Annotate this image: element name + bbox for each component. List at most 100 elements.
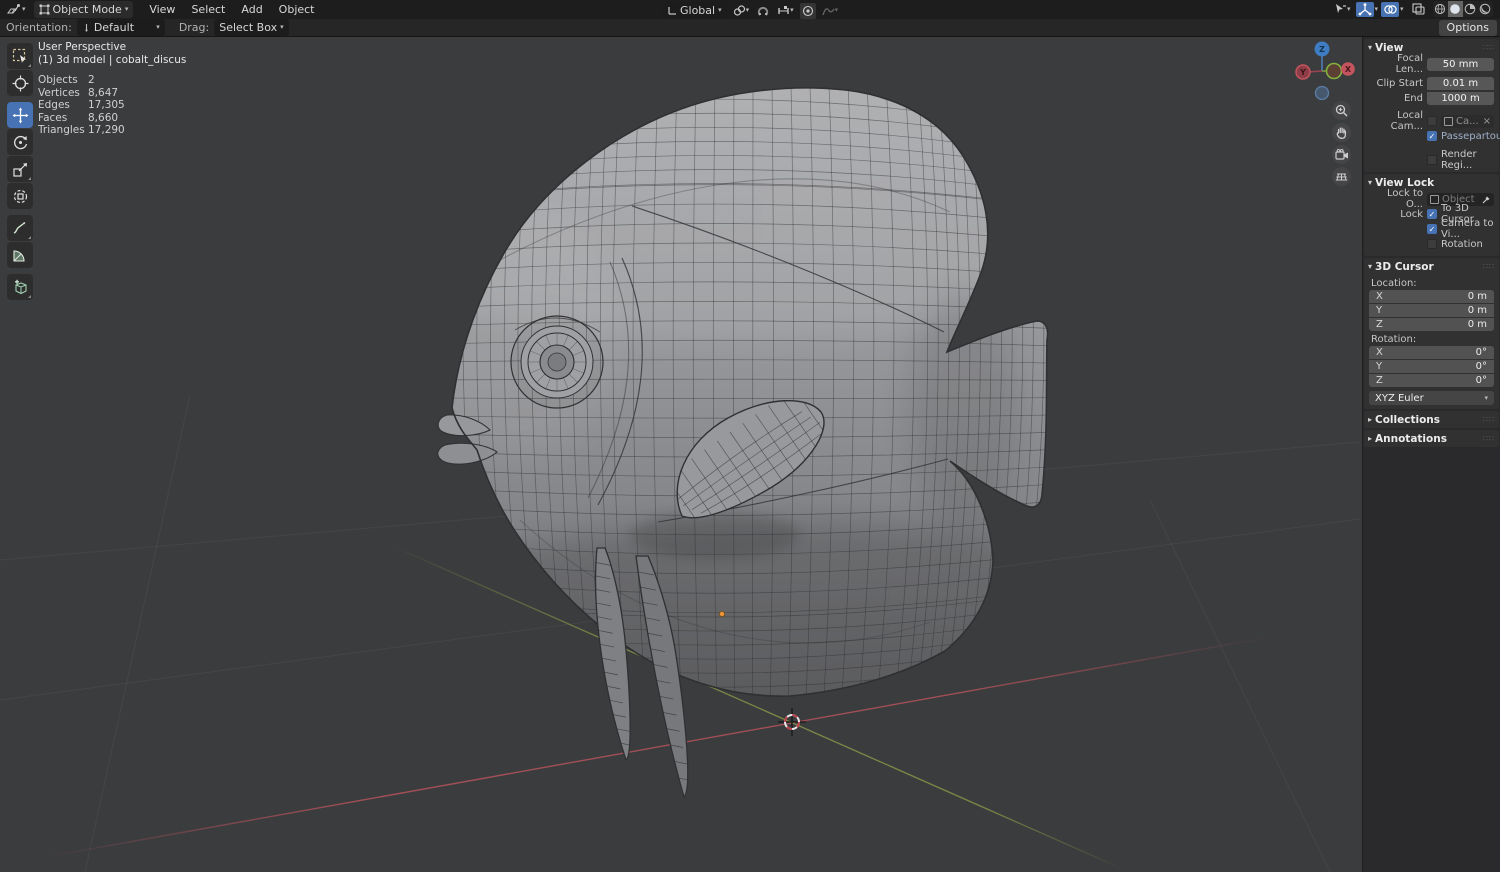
pan-button[interactable] bbox=[1332, 123, 1351, 142]
panel-section-3d-cursor: ▾ 3D Cursor ∷∷ Location: X0 m Y0 m Z0 m … bbox=[1364, 258, 1499, 409]
clip-end-field[interactable]: 1000 m bbox=[1427, 91, 1494, 105]
tool-scale[interactable] bbox=[7, 156, 33, 182]
xray-icon bbox=[1411, 3, 1425, 15]
camera-to-view-label: Camera to Vi... bbox=[1441, 218, 1494, 240]
navigation-gizmo[interactable]: Z Y X bbox=[1292, 38, 1358, 100]
local-camera-row: Local Cam... Ca... × bbox=[1369, 110, 1494, 132]
clip-start-row: Clip Start 0.01 m bbox=[1369, 76, 1494, 90]
options-button[interactable]: Options bbox=[1438, 20, 1497, 36]
menu-view[interactable]: View bbox=[141, 3, 183, 16]
proportional-edit-toggle[interactable] bbox=[799, 2, 816, 19]
sidebar-panel: ▾ View ∷∷ Focal Len... 50 mm Clip Start … bbox=[1362, 37, 1500, 872]
gizmo-y-label: Y bbox=[1299, 68, 1306, 77]
section-grip-handle[interactable]: ∷∷ bbox=[1483, 262, 1495, 271]
local-camera-value: Ca... bbox=[1456, 115, 1479, 127]
cursor-rotation-x-field[interactable]: X 0° bbox=[1369, 346, 1494, 359]
cursor-location-y-field[interactable]: Y0 m bbox=[1369, 304, 1494, 317]
editor-type-button[interactable]: ▾ bbox=[4, 2, 28, 18]
magnet-icon bbox=[757, 6, 769, 16]
menu-object[interactable]: Object bbox=[271, 3, 323, 16]
snap-toggle[interactable] bbox=[755, 3, 771, 19]
viewport-editor-icon bbox=[7, 4, 20, 14]
viewport-overlay-text: User Perspective (1) 3d model | cobalt_d… bbox=[38, 41, 186, 137]
section-grip-handle[interactable]: ∷∷ bbox=[1483, 43, 1495, 52]
fish-eye bbox=[510, 315, 604, 409]
shading-material-button[interactable] bbox=[1463, 1, 1478, 17]
stat-triangles: Triangles 17,290 bbox=[38, 124, 125, 136]
tool-move[interactable] bbox=[7, 102, 33, 128]
section-grip-handle[interactable]: ∷∷ bbox=[1483, 415, 1495, 424]
render-region-checkbox[interactable] bbox=[1427, 155, 1437, 165]
object-origin-dot bbox=[719, 611, 726, 618]
gizmos-toggle[interactable] bbox=[1355, 1, 1374, 17]
cursor-section-header[interactable]: ▾ 3D Cursor ∷∷ bbox=[1364, 258, 1499, 275]
lock-label: Lock bbox=[1400, 208, 1423, 220]
menu-select[interactable]: Select bbox=[183, 3, 233, 16]
falloff-dropdown[interactable]: ▾ bbox=[820, 3, 841, 19]
clear-icon[interactable]: × bbox=[1483, 116, 1491, 127]
overlays-toggle[interactable] bbox=[1381, 1, 1400, 17]
annotations-section-header[interactable]: ▸ Annotations ∷∷ bbox=[1364, 430, 1499, 447]
zoom-button[interactable] bbox=[1332, 101, 1351, 120]
shading-rendered-button[interactable] bbox=[1478, 1, 1493, 17]
section-grip-handle[interactable]: ∷∷ bbox=[1483, 434, 1495, 443]
annotations-section-title: Annotations bbox=[1375, 432, 1447, 445]
drag-mode-dropdown[interactable]: Select Box ▾ bbox=[214, 19, 289, 36]
local-camera-object-field[interactable]: Ca... × bbox=[1441, 114, 1494, 128]
tool-settings-bar: Orientation: Default ▾ Drag: Select Box … bbox=[0, 19, 1500, 37]
fish-mesh-object[interactable] bbox=[260, 40, 1220, 798]
camera-view-button[interactable] bbox=[1332, 145, 1351, 164]
ortho-toggle-button[interactable] bbox=[1332, 167, 1351, 186]
snap-target-dropdown[interactable]: ▾ bbox=[775, 3, 796, 19]
lock-rotation-checkbox[interactable] bbox=[1427, 239, 1437, 249]
tool-add-cube[interactable] bbox=[7, 274, 33, 300]
collections-section-header[interactable]: ▸ Collections ∷∷ bbox=[1364, 411, 1499, 428]
orientation-default-dropdown[interactable]: Default ▾ bbox=[76, 19, 165, 36]
local-camera-checkbox[interactable] bbox=[1427, 116, 1437, 126]
render-region-row: Render Regi... bbox=[1369, 149, 1494, 171]
camera-icon bbox=[1334, 148, 1348, 160]
xray-toggle[interactable] bbox=[1410, 1, 1427, 17]
orientation-value: Global bbox=[680, 4, 716, 17]
orientation-axes-icon bbox=[668, 6, 676, 15]
axis-small-icon bbox=[84, 23, 88, 32]
to-3d-cursor-checkbox[interactable]: ✓ bbox=[1427, 209, 1437, 219]
material-shading-icon bbox=[1464, 3, 1476, 15]
scene-collection-label: (1) 3d model | cobalt_discus bbox=[38, 53, 187, 66]
shading-mode-group bbox=[1432, 1, 1493, 17]
rendered-shading-icon bbox=[1479, 3, 1491, 15]
clip-start-label: Clip Start bbox=[1376, 77, 1424, 89]
tool-annotate[interactable] bbox=[7, 215, 33, 241]
pivot-point-dropdown[interactable]: ▾ bbox=[731, 3, 752, 19]
focal-length-field[interactable]: 50 mm bbox=[1427, 57, 1494, 71]
shading-solid-button[interactable] bbox=[1447, 1, 1463, 17]
mode-selector[interactable]: Object Mode ▾ bbox=[33, 1, 134, 18]
clip-start-field[interactable]: 0.01 m bbox=[1427, 77, 1494, 90]
tool-rotate[interactable] bbox=[7, 129, 33, 155]
shading-wireframe-button[interactable] bbox=[1433, 1, 1448, 17]
cursor-3d bbox=[778, 708, 806, 736]
tool-transform[interactable] bbox=[7, 183, 33, 209]
cursor-location-z-field[interactable]: Z0 m bbox=[1369, 318, 1494, 331]
snap-cluster: Global ▾ ▾ ▾ ▾ bbox=[662, 2, 840, 19]
object-mode-icon bbox=[39, 4, 50, 15]
cursor-rotation-label: Rotation: bbox=[1371, 334, 1417, 345]
clip-end-row: End 1000 m bbox=[1369, 91, 1494, 105]
cursor-location-x-field[interactable]: X0 m bbox=[1369, 290, 1494, 303]
euler-order-dropdown[interactable]: XYZ Euler ▾ bbox=[1369, 391, 1494, 405]
menu-add[interactable]: Add bbox=[233, 3, 270, 16]
topbar: ▾ Object Mode ▾ View Select Add Object G… bbox=[0, 0, 1500, 19]
passepartout-checkbox[interactable]: ✓ bbox=[1427, 131, 1437, 141]
tool-cursor[interactable] bbox=[7, 70, 33, 96]
render-region-label: Render Regi... bbox=[1441, 149, 1477, 171]
tool-select-box[interactable] bbox=[7, 43, 33, 69]
cursor-section-title: 3D Cursor bbox=[1375, 260, 1434, 273]
object-visibility-dropdown[interactable]: ▾ bbox=[1332, 1, 1353, 17]
tool-measure[interactable] bbox=[7, 242, 33, 268]
camera-to-view-checkbox[interactable]: ✓ bbox=[1427, 224, 1437, 234]
cursor-rotation-z-field[interactable]: Z 0° bbox=[1369, 374, 1494, 387]
viewport-3d[interactable] bbox=[0, 0, 1500, 872]
transform-orientation-dropdown[interactable]: Global ▾ bbox=[662, 2, 727, 19]
drag-label: Drag: bbox=[178, 21, 210, 34]
cursor-rotation-y-field[interactable]: Y 0° bbox=[1369, 360, 1494, 373]
